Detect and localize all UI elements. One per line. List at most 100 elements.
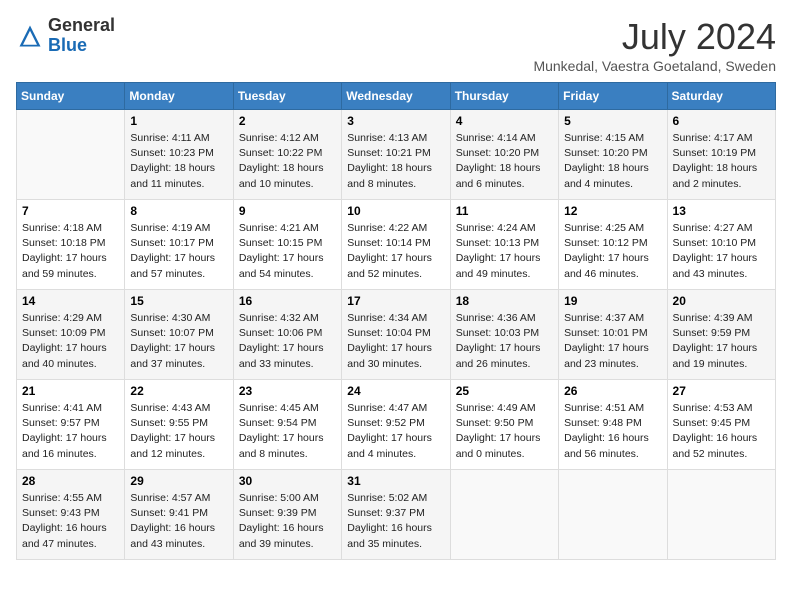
calendar-cell: 5Sunrise: 4:15 AMSunset: 10:20 PMDayligh… xyxy=(559,110,667,200)
day-info: Sunrise: 4:25 AMSunset: 10:12 PMDaylight… xyxy=(564,221,661,282)
day-number: 23 xyxy=(239,384,336,398)
day-info: Sunrise: 4:49 AMSunset: 9:50 PMDaylight:… xyxy=(456,401,553,462)
logo-icon xyxy=(16,22,44,50)
day-header-tuesday: Tuesday xyxy=(233,83,341,110)
calendar-week-5: 28 Sunrise: 4:55 AMSunset: 9:43 PMDayligh… xyxy=(17,470,776,560)
day-header-sunday: Sunday xyxy=(17,83,125,110)
calendar-cell: 29 Sunrise: 4:57 AMSunset: 9:41 PMDayligh… xyxy=(125,470,233,560)
day-number: 16 xyxy=(239,294,336,308)
calendar-cell: 14 Sunrise: 4:29 AMSunset: 10:09 PMDaylig… xyxy=(17,290,125,380)
calendar-cell: 30Sunrise: 5:00 AMSunset: 9:39 PMDayligh… xyxy=(233,470,341,560)
day-info: Sunrise: 4:18 AMSunset: 10:18 PMDaylight… xyxy=(22,221,119,282)
day-number: 31 xyxy=(347,474,444,488)
day-number: 18 xyxy=(456,294,553,308)
logo-blue-text: Blue xyxy=(48,35,87,55)
day-number: 13 xyxy=(673,204,770,218)
day-number: 8 xyxy=(130,204,227,218)
day-info: Sunrise: 4:19 AMSunset: 10:17 PMDaylight… xyxy=(130,221,227,282)
calendar-cell: 27 Sunrise: 4:53 AMSunset: 9:45 PMDayligh… xyxy=(667,380,775,470)
day-info: Sunrise: 4:21 AMSunset: 10:15 PMDaylight… xyxy=(239,221,336,282)
calendar-cell: 25 Sunrise: 4:49 AMSunset: 9:50 PMDayligh… xyxy=(450,380,558,470)
day-info: Sunrise: 4:17 AMSunset: 10:19 PMDaylight… xyxy=(673,131,770,192)
day-number: 6 xyxy=(673,114,770,128)
day-number: 20 xyxy=(673,294,770,308)
day-number: 29 xyxy=(130,474,227,488)
calendar-cell: 22 Sunrise: 4:43 AMSunset: 9:55 PMDayligh… xyxy=(125,380,233,470)
day-info: Sunrise: 4:55 AMSunset: 9:43 PMDaylight:… xyxy=(22,491,119,552)
calendar-cell: 16Sunrise: 4:32 AMSunset: 10:06 PMDaylig… xyxy=(233,290,341,380)
calendar-cell: 10 Sunrise: 4:22 AMSunset: 10:14 PMDaylig… xyxy=(342,200,450,290)
day-number: 14 xyxy=(22,294,119,308)
calendar-cell: 19 Sunrise: 4:37 AMSunset: 10:01 PMDaylig… xyxy=(559,290,667,380)
calendar-cell xyxy=(667,470,775,560)
day-number: 24 xyxy=(347,384,444,398)
calendar-cell: 20 Sunrise: 4:39 AMSunset: 9:59 PMDayligh… xyxy=(667,290,775,380)
calendar-week-3: 14 Sunrise: 4:29 AMSunset: 10:09 PMDaylig… xyxy=(17,290,776,380)
day-info: Sunrise: 4:14 AMSunset: 10:20 PMDaylight… xyxy=(456,131,553,192)
month-title: July 2024 xyxy=(533,16,776,58)
calendar-cell: 17Sunrise: 4:34 AMSunset: 10:04 PMDaylig… xyxy=(342,290,450,380)
day-info: Sunrise: 4:22 AMSunset: 10:14 PMDaylight… xyxy=(347,221,444,282)
day-number: 9 xyxy=(239,204,336,218)
day-number: 3 xyxy=(347,114,444,128)
day-number: 12 xyxy=(564,204,661,218)
day-info: Sunrise: 4:47 AMSunset: 9:52 PMDaylight:… xyxy=(347,401,444,462)
day-number: 28 xyxy=(22,474,119,488)
day-number: 4 xyxy=(456,114,553,128)
day-number: 11 xyxy=(456,204,553,218)
day-header-thursday: Thursday xyxy=(450,83,558,110)
calendar-week-1: 1Sunrise: 4:11 AMSunset: 10:23 PMDayligh… xyxy=(17,110,776,200)
day-number: 17 xyxy=(347,294,444,308)
calendar-cell: 26 Sunrise: 4:51 AMSunset: 9:48 PMDayligh… xyxy=(559,380,667,470)
day-number: 22 xyxy=(130,384,227,398)
day-info: Sunrise: 4:37 AMSunset: 10:01 PMDaylight… xyxy=(564,311,661,372)
day-header-saturday: Saturday xyxy=(667,83,775,110)
day-info: Sunrise: 4:57 AMSunset: 9:41 PMDaylight:… xyxy=(130,491,227,552)
calendar-week-2: 7 Sunrise: 4:18 AMSunset: 10:18 PMDayligh… xyxy=(17,200,776,290)
day-number: 7 xyxy=(22,204,119,218)
day-number: 5 xyxy=(564,114,661,128)
logo-general-text: General xyxy=(48,15,115,35)
day-info: Sunrise: 4:27 AMSunset: 10:10 PMDaylight… xyxy=(673,221,770,282)
calendar-header: SundayMondayTuesdayWednesdayThursdayFrid… xyxy=(17,83,776,110)
day-info: Sunrise: 4:12 AMSunset: 10:22 PMDaylight… xyxy=(239,131,336,192)
day-info: Sunrise: 4:41 AMSunset: 9:57 PMDaylight:… xyxy=(22,401,119,462)
day-info: Sunrise: 4:30 AMSunset: 10:07 PMDaylight… xyxy=(130,311,227,372)
day-info: Sunrise: 4:39 AMSunset: 9:59 PMDaylight:… xyxy=(673,311,770,372)
calendar-cell: 28 Sunrise: 4:55 AMSunset: 9:43 PMDayligh… xyxy=(17,470,125,560)
calendar-cell: 4 Sunrise: 4:14 AMSunset: 10:20 PMDayligh… xyxy=(450,110,558,200)
day-info: Sunrise: 4:43 AMSunset: 9:55 PMDaylight:… xyxy=(130,401,227,462)
day-header-wednesday: Wednesday xyxy=(342,83,450,110)
day-number: 21 xyxy=(22,384,119,398)
calendar-body: 1Sunrise: 4:11 AMSunset: 10:23 PMDayligh… xyxy=(17,110,776,560)
calendar-cell: 11Sunrise: 4:24 AMSunset: 10:13 PMDaylig… xyxy=(450,200,558,290)
calendar-table: SundayMondayTuesdayWednesdayThursdayFrid… xyxy=(16,82,776,560)
day-info: Sunrise: 4:45 AMSunset: 9:54 PMDaylight:… xyxy=(239,401,336,462)
day-info: Sunrise: 4:53 AMSunset: 9:45 PMDaylight:… xyxy=(673,401,770,462)
calendar-cell: 24 Sunrise: 4:47 AMSunset: 9:52 PMDayligh… xyxy=(342,380,450,470)
calendar-cell: 9 Sunrise: 4:21 AMSunset: 10:15 PMDayligh… xyxy=(233,200,341,290)
calendar-cell: 31Sunrise: 5:02 AMSunset: 9:37 PMDayligh… xyxy=(342,470,450,560)
calendar-cell: 12 Sunrise: 4:25 AMSunset: 10:12 PMDaylig… xyxy=(559,200,667,290)
day-number: 25 xyxy=(456,384,553,398)
day-info: Sunrise: 4:13 AMSunset: 10:21 PMDaylight… xyxy=(347,131,444,192)
calendar-cell: 6 Sunrise: 4:17 AMSunset: 10:19 PMDayligh… xyxy=(667,110,775,200)
day-info: Sunrise: 4:29 AMSunset: 10:09 PMDaylight… xyxy=(22,311,119,372)
calendar-week-4: 21 Sunrise: 4:41 AMSunset: 9:57 PMDayligh… xyxy=(17,380,776,470)
logo: General Blue xyxy=(16,16,115,56)
day-header-monday: Monday xyxy=(125,83,233,110)
calendar-cell: 18Sunrise: 4:36 AMSunset: 10:03 PMDaylig… xyxy=(450,290,558,380)
day-number: 26 xyxy=(564,384,661,398)
page-header: General Blue July 2024 Munkedal, Vaestra… xyxy=(16,16,776,74)
day-number: 10 xyxy=(347,204,444,218)
title-block: July 2024 Munkedal, Vaestra Goetaland, S… xyxy=(533,16,776,74)
calendar-cell: 21 Sunrise: 4:41 AMSunset: 9:57 PMDayligh… xyxy=(17,380,125,470)
day-info: Sunrise: 4:11 AMSunset: 10:23 PMDaylight… xyxy=(130,131,227,192)
day-number: 2 xyxy=(239,114,336,128)
location-title: Munkedal, Vaestra Goetaland, Sweden xyxy=(533,58,776,74)
day-number: 19 xyxy=(564,294,661,308)
calendar-cell: 2 Sunrise: 4:12 AMSunset: 10:22 PMDayligh… xyxy=(233,110,341,200)
day-info: Sunrise: 4:51 AMSunset: 9:48 PMDaylight:… xyxy=(564,401,661,462)
day-number: 27 xyxy=(673,384,770,398)
calendar-cell: 7 Sunrise: 4:18 AMSunset: 10:18 PMDayligh… xyxy=(17,200,125,290)
